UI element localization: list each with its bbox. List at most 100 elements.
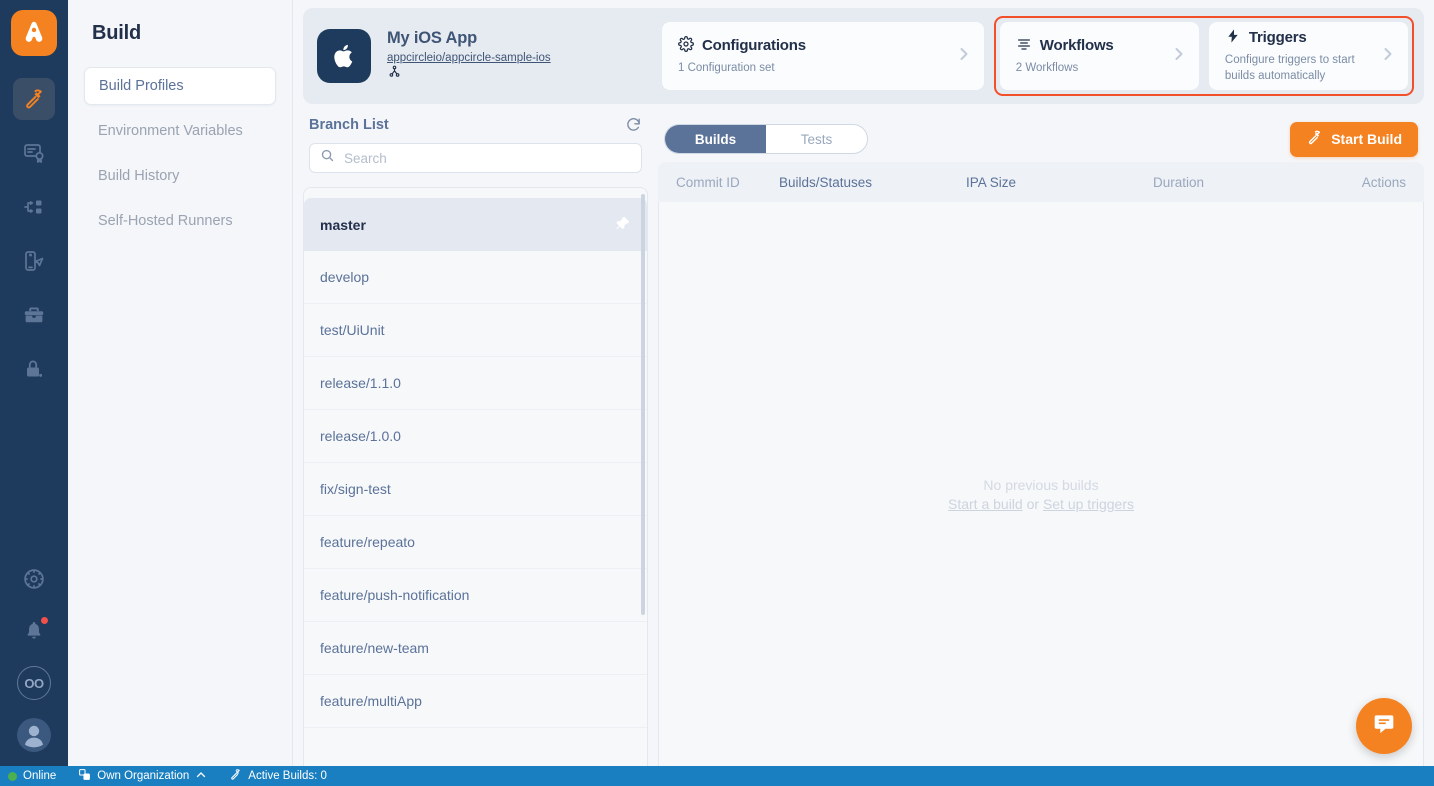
app-root: OO Build Build Profiles Environment Vari…: [0, 0, 1434, 786]
sidebar-item-signing-identities[interactable]: [13, 132, 55, 174]
branch-name: feature/push-notification: [320, 587, 470, 603]
branch-list-scrollbar[interactable]: [641, 194, 645, 779]
user-icon: [17, 718, 51, 752]
workflows-card[interactable]: Workflows 2 Workflows: [999, 22, 1199, 90]
pin-icon[interactable]: [614, 215, 631, 235]
column-ipa-size: IPA Size: [966, 174, 1017, 190]
empty-state-actions: Start a build or Set up triggers: [948, 496, 1134, 512]
configurations-card-title: Configurations: [702, 37, 806, 55]
subnav-item-label: Environment Variables: [98, 123, 243, 139]
refresh-icon[interactable]: [625, 116, 642, 133]
configurations-card-title-row: Configurations: [678, 35, 806, 56]
subnav-item-build-history[interactable]: Build History: [84, 157, 276, 195]
build-subnav: Build Build Profiles Environment Variabl…: [68, 0, 293, 786]
configurations-card[interactable]: Configurations 1 Configuration set: [662, 22, 984, 90]
subnav-item-build-profiles[interactable]: Build Profiles: [84, 67, 276, 105]
branch-name: release/1.0.0: [320, 428, 401, 444]
configurations-card-subtitle: 1 Configuration set: [678, 61, 775, 74]
status-online[interactable]: Online: [8, 770, 56, 782]
status-bar: Online Own Organization Active Builds: 0: [0, 766, 1434, 786]
branch-name: release/1.1.0: [320, 375, 401, 391]
branch-row-release-110[interactable]: release/1.1.0: [304, 357, 647, 410]
sidebar-item-distribution[interactable]: [13, 186, 55, 228]
subnav-item-label: Self-Hosted Runners: [98, 213, 233, 229]
subnav-item-label: Build Profiles: [99, 78, 184, 94]
branch-row-feature-multiapp[interactable]: feature/multiApp: [304, 675, 647, 728]
app-name: My iOS App: [387, 28, 477, 47]
sidebar-item-build[interactable]: [13, 78, 55, 120]
branch-name: develop: [320, 269, 370, 285]
status-active-builds[interactable]: Active Builds: 0: [229, 768, 327, 784]
hammer-icon: [1306, 129, 1323, 149]
empty-state-separator: or: [1022, 496, 1043, 512]
sidebar-item-store-submit[interactable]: [13, 294, 55, 336]
chevron-up-icon[interactable]: [195, 769, 207, 784]
organization-avatar-label: OO: [17, 666, 51, 700]
git-branch-icon: [387, 65, 402, 83]
gear-icon: [678, 35, 694, 56]
branch-name: fix/sign-test: [320, 481, 391, 497]
column-builds-statuses: Builds/Statuses: [779, 174, 873, 190]
search-input[interactable]: [344, 150, 631, 166]
tab-tests[interactable]: Tests: [766, 125, 867, 153]
organization-avatar[interactable]: OO: [13, 662, 55, 704]
highlight-annotation: Workflows 2 Workflows Triggers Configure…: [993, 16, 1414, 96]
chat-support-button[interactable]: [1356, 698, 1412, 754]
appcircle-logo[interactable]: [11, 10, 57, 56]
branch-panel: Branch List Search master develop test/U…: [303, 114, 648, 786]
branch-title-row: Branch List: [309, 116, 642, 133]
sidebar-item-login-security[interactable]: [13, 348, 55, 390]
hammer-icon: [229, 768, 242, 784]
branch-name: feature/new-team: [320, 640, 429, 656]
workflows-card-body: Workflows 2 Workflows: [1016, 36, 1114, 77]
search-icon: [320, 148, 335, 168]
empty-state-title: No previous builds: [983, 477, 1099, 493]
branch-row-feature-push-notification[interactable]: feature/push-notification: [304, 569, 647, 622]
branch-row-release-100[interactable]: release/1.0.0: [304, 410, 647, 463]
tab-builds[interactable]: Builds: [665, 125, 766, 153]
notifications-button[interactable]: [13, 610, 55, 652]
start-build-button[interactable]: Start Build: [1290, 121, 1418, 157]
branch-row-master[interactable]: master: [304, 198, 647, 251]
notification-badge: [40, 616, 49, 625]
branch-row-test-uiunit[interactable]: test/UiUnit: [304, 304, 647, 357]
scrollbar-thumb[interactable]: [641, 194, 645, 616]
column-actions: Actions: [1361, 174, 1406, 190]
workflows-card-title: Workflows: [1039, 37, 1114, 55]
builds-tests-tabs[interactable]: Builds Tests: [664, 124, 868, 154]
chat-icon: [1371, 711, 1397, 742]
start-build-label: Start Build: [1331, 131, 1402, 147]
app-meta: My iOS App appcircleio/appcircle-sample-…: [387, 29, 551, 84]
subnav-item-label: Build History: [98, 168, 180, 184]
builds-toolbar: Builds Tests Start Build: [658, 114, 1424, 162]
triggers-card-title: Triggers: [1248, 29, 1307, 47]
branch-list[interactable]: master develop test/UiUnit release/1.1.0…: [304, 198, 647, 785]
branch-row-feature-new-team[interactable]: feature/new-team: [304, 622, 647, 675]
triggers-card-title-row: Triggers: [1225, 28, 1378, 48]
branch-search[interactable]: [309, 143, 642, 173]
active-builds-label: Active Builds: 0: [248, 770, 327, 782]
sidebar-item-testing-distribution[interactable]: [13, 240, 55, 282]
subnav-item-environment-variables[interactable]: Environment Variables: [84, 112, 276, 150]
start-a-build-link[interactable]: Start a build: [948, 496, 1023, 512]
repo-link[interactable]: appcircleio/appcircle-sample-ios: [387, 52, 551, 64]
branch-name: feature/multiApp: [320, 693, 422, 709]
column-duration: Duration: [1153, 174, 1205, 190]
workflow-icon: [1016, 36, 1032, 56]
set-up-triggers-link[interactable]: Set up triggers: [1043, 496, 1134, 512]
user-avatar[interactable]: [13, 714, 55, 756]
branch-name: master: [320, 216, 366, 233]
chevron-right-icon: [1169, 44, 1189, 69]
settings-button[interactable]: [13, 558, 55, 600]
icon-rail: OO: [0, 0, 68, 786]
status-online-label: Online: [23, 770, 57, 782]
branch-row-fix-sign-test[interactable]: fix/sign-test: [304, 463, 647, 516]
subnav-item-self-hosted-runners[interactable]: Self-Hosted Runners: [84, 202, 276, 240]
status-organization[interactable]: Own Organization: [78, 768, 207, 784]
branch-row-develop[interactable]: develop: [304, 251, 647, 304]
page-title: Build: [92, 22, 141, 44]
branch-row-feature-repeato[interactable]: feature/repeato: [304, 516, 647, 569]
triggers-card[interactable]: Triggers Configure triggers to start bui…: [1208, 22, 1409, 90]
rail-bottom-group: OO: [13, 558, 55, 786]
workflows-card-subtitle: 2 Workflows: [1015, 61, 1079, 74]
